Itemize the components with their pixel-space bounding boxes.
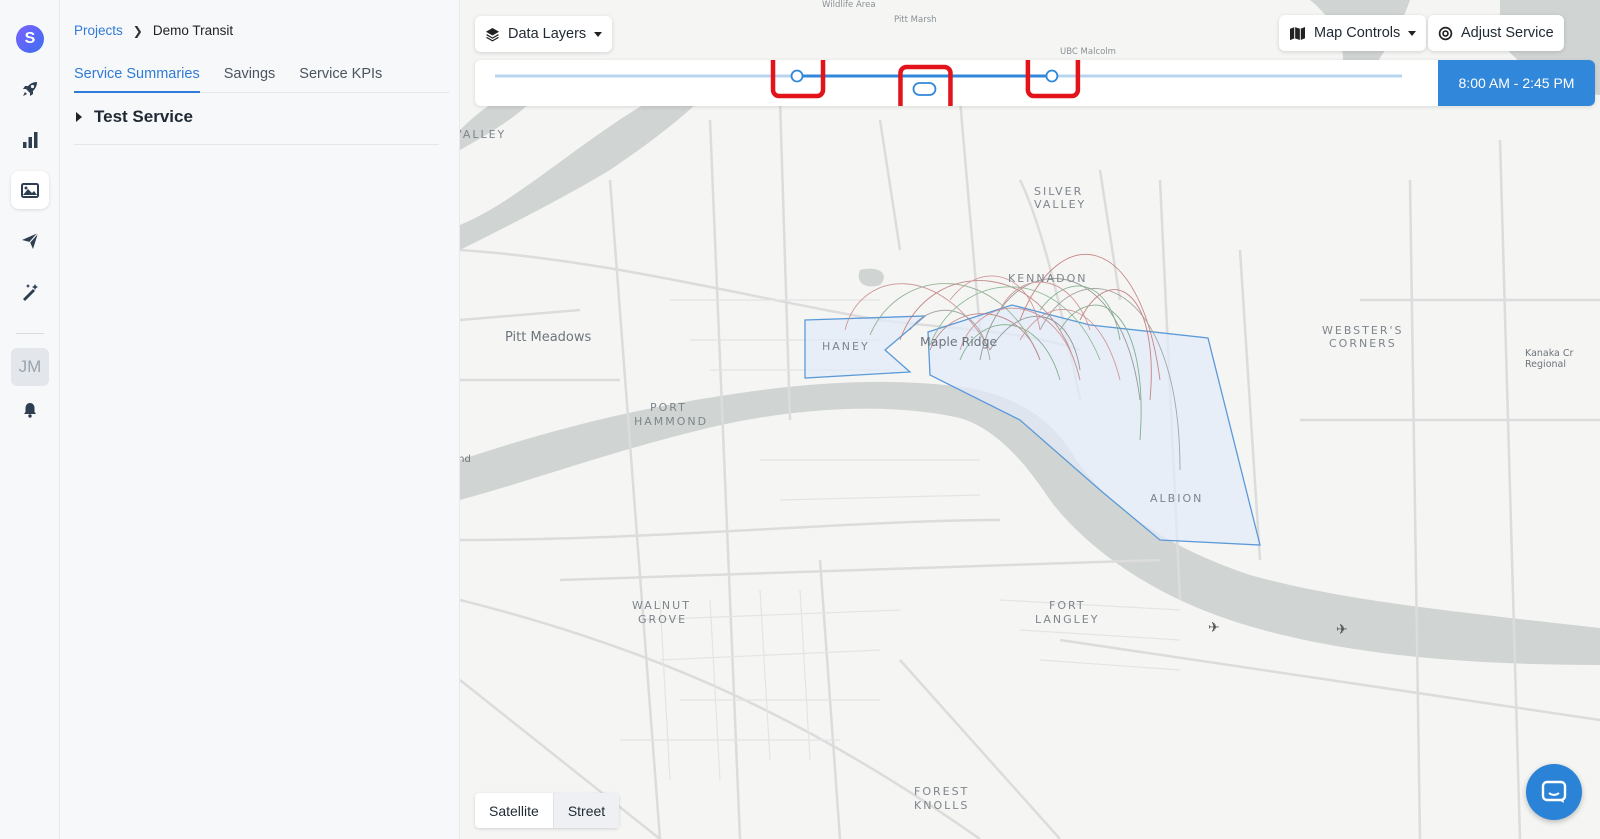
rocket-icon[interactable] — [11, 70, 49, 108]
data-layers-dropdown[interactable]: Data Layers — [475, 16, 613, 52]
caret-down-icon — [1408, 30, 1417, 36]
place-label: ALBION — [1150, 492, 1203, 505]
place-label: Regional — [1525, 359, 1566, 370]
chat-launcher-button[interactable] — [1526, 764, 1582, 820]
place-label: GROVE — [638, 613, 687, 626]
tab-savings[interactable]: Savings — [224, 66, 276, 93]
place-label: SILVER — [1034, 185, 1083, 198]
adjust-service-button[interactable]: Adjust Service — [1428, 15, 1564, 51]
place-label: and — [460, 454, 471, 465]
avatar[interactable]: JM — [11, 348, 49, 386]
service-row[interactable]: Test Service — [74, 104, 439, 145]
tab-service-kpis[interactable]: Service KPIs — [299, 66, 382, 93]
caret-right-icon[interactable] — [76, 112, 82, 122]
place-label: HAMMOND — [634, 415, 708, 428]
time-range-label[interactable]: 8:00 AM - 2:45 PM — [1438, 60, 1595, 106]
place-label: CORNERS — [1329, 337, 1397, 350]
place-label: LANGLEY — [1035, 613, 1099, 626]
side-panel: Projects ❯ Demo Transit Service Summarie… — [60, 0, 460, 839]
bar-chart-icon[interactable] — [11, 121, 49, 159]
tab-bar: Service Summaries Savings Service KPIs — [74, 66, 449, 93]
place-label: WALNUT — [632, 599, 691, 612]
send-icon[interactable] — [11, 222, 49, 260]
bell-icon[interactable] — [11, 391, 49, 429]
place-label: Pitt Marsh — [894, 15, 937, 25]
place-label: WEBSTER'S — [1322, 324, 1403, 337]
airport-icon: ✈ — [1208, 620, 1220, 636]
place-label: Pitt Meadows — [505, 330, 592, 345]
place-label: Wildlife Area — [822, 0, 876, 10]
map-icon — [1290, 26, 1305, 40]
slider-end-handle[interactable] — [1045, 69, 1059, 83]
target-icon — [1438, 26, 1453, 40]
slider-start-handle[interactable] — [790, 69, 804, 83]
layers-icon — [485, 27, 500, 42]
caret-down-icon — [594, 31, 603, 37]
tab-service-summaries[interactable]: Service Summaries — [74, 66, 200, 93]
data-layers-label: Data Layers — [508, 26, 587, 42]
place-label: FORT — [1049, 599, 1086, 612]
breadcrumb-projects-link[interactable]: Projects — [74, 23, 123, 38]
place-label: Maple Ridge — [920, 334, 998, 349]
time-slider-track[interactable] — [475, 60, 1438, 106]
map-image-icon[interactable] — [11, 171, 49, 209]
place-label: KNOLLS — [914, 799, 969, 812]
chevron-right-icon: ❯ — [132, 23, 143, 38]
map-controls-label: Map Controls — [1314, 25, 1401, 41]
airport-icon: ✈ — [1336, 622, 1348, 638]
place-label: HANEY — [822, 340, 870, 353]
place-label: PORT — [650, 401, 687, 414]
chat-icon — [1541, 780, 1567, 803]
slider-range-drag-handle[interactable] — [912, 82, 937, 96]
breadcrumb-current: Demo Transit — [152, 23, 234, 38]
icon-rail: S JM — [0, 0, 60, 839]
time-range-slider[interactable]: 8:00 AM - 2:45 PM — [475, 60, 1595, 106]
service-name: Test Service — [94, 107, 193, 126]
adjust-service-label: Adjust Service — [1461, 25, 1554, 41]
satellite-option[interactable]: Satellite — [475, 793, 553, 828]
map-view[interactable]: ✈ ✈ SILVER VALLEY KENNADON WEBSTER'S COR… — [460, 0, 1600, 839]
magic-wand-icon[interactable] — [11, 273, 49, 311]
place-label: Kanaka Cr — [1525, 348, 1574, 359]
map-type-toggle: Satellite Street — [475, 793, 620, 828]
place-label: VALLEY — [460, 128, 506, 141]
place-label: VALLEY — [1034, 198, 1086, 211]
place-label: FOREST — [914, 785, 969, 798]
place-label: KENNADON — [1008, 272, 1088, 285]
map-canvas[interactable]: ✈ ✈ SILVER VALLEY KENNADON WEBSTER'S COR… — [460, 0, 1600, 839]
app-logo[interactable]: S — [16, 25, 44, 53]
breadcrumb: Projects ❯ Demo Transit — [74, 23, 233, 38]
place-label: UBC Malcolm — [1060, 47, 1116, 57]
map-controls-dropdown[interactable]: Map Controls — [1279, 15, 1427, 51]
rail-divider — [16, 333, 44, 334]
street-option[interactable]: Street — [552, 793, 620, 828]
